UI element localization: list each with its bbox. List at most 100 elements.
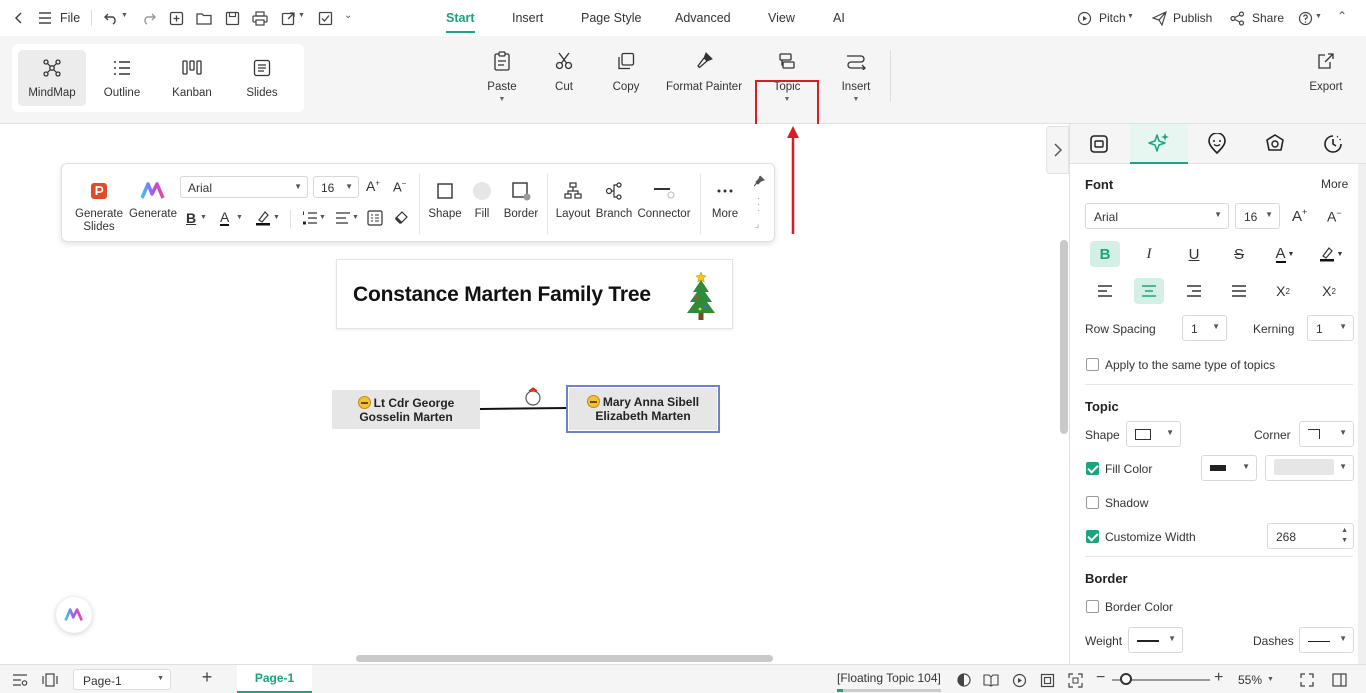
open-folder-icon[interactable] (195, 9, 213, 27)
hamburger-menu-icon[interactable] (36, 9, 54, 27)
bold-icon[interactable]: B (186, 210, 196, 226)
view-mindmap-button[interactable]: MindMap (18, 50, 86, 106)
zoom-in-icon[interactable]: + (1214, 669, 1223, 687)
cut-button[interactable]: Cut (550, 50, 578, 93)
strikethrough-toggle[interactable]: S (1224, 241, 1254, 267)
panel-font-family-select[interactable]: Arial ▼ (1085, 203, 1229, 229)
collapse-ribbon-icon[interactable]: ⌃ (1337, 9, 1347, 23)
copy-button[interactable]: Copy (610, 50, 642, 93)
border-color-checkbox[interactable] (1086, 600, 1099, 613)
tab-ai[interactable]: AI (833, 11, 845, 25)
tab-theme[interactable] (1246, 124, 1304, 164)
kerning-select[interactable]: 1 ▼ (1307, 315, 1354, 341)
book-view-icon[interactable] (983, 672, 999, 688)
page-settings-icon[interactable] (12, 672, 28, 688)
border-button[interactable]: Border (501, 180, 541, 221)
chevron-down-icon[interactable]: ▼ (352, 214, 359, 221)
help-icon[interactable] (1296, 9, 1314, 27)
layout-button[interactable]: Layout (553, 180, 593, 221)
canvas-vertical-scrollbar[interactable] (1060, 240, 1068, 434)
fit-page-icon[interactable] (1039, 672, 1055, 688)
ai-assistant-button[interactable] (56, 597, 92, 633)
floating-topic-title[interactable]: Constance Marten Family Tree (336, 259, 733, 329)
paste-button[interactable]: Paste ▼ (486, 50, 518, 103)
chevron-down-icon[interactable]: ▼ (200, 214, 207, 221)
pitch-icon[interactable] (1075, 9, 1093, 27)
superscript-button[interactable]: X2 (1268, 278, 1298, 304)
width-stepper[interactable]: 268 ▲ ▼ (1267, 523, 1354, 549)
zoom-level[interactable]: 55% (1238, 673, 1262, 687)
stepper-arrows-icon[interactable]: ▲ ▼ (1341, 526, 1348, 546)
shape-button[interactable]: Shape (426, 180, 464, 221)
text-box-icon[interactable] (367, 210, 383, 226)
undo-dropdown-icon[interactable]: ▼ (121, 12, 128, 19)
align-center-button[interactable] (1134, 278, 1164, 304)
zoom-slider-handle[interactable] (1120, 673, 1132, 685)
subscript-button[interactable]: X2 (1314, 278, 1344, 304)
font-color-button[interactable]: A ▼ (1268, 241, 1302, 267)
increase-font-icon[interactable]: A+ (366, 178, 380, 194)
panel-scrollbar[interactable] (1358, 164, 1366, 664)
more-quick-tools-icon[interactable]: ⌄ (344, 10, 352, 21)
tab-insert[interactable]: Insert (512, 11, 543, 25)
row-spacing-select[interactable]: 1 ▼ (1182, 315, 1227, 341)
bold-toggle[interactable]: B (1090, 241, 1120, 267)
numbering-icon[interactable] (302, 210, 318, 226)
pitch-dropdown-icon[interactable]: ▼ (1127, 13, 1134, 20)
export-dropdown-icon[interactable]: ▼ (298, 12, 305, 19)
increase-font-icon[interactable]: A+ (1292, 207, 1307, 225)
share-icon[interactable] (1228, 9, 1246, 27)
view-slides-button[interactable]: Slides (228, 50, 296, 106)
justify-button[interactable] (1224, 278, 1254, 304)
topic-node-george[interactable]: Lt Cdr George Gosselin Marten (332, 390, 480, 429)
print-icon[interactable] (251, 9, 269, 27)
align-right-button[interactable] (1179, 278, 1209, 304)
highlight-button[interactable]: ▼ (1314, 241, 1348, 267)
align-left-button[interactable] (1090, 278, 1120, 304)
topic-shape-select[interactable]: ▼ (1126, 421, 1181, 447)
apply-same-type-checkbox[interactable] (1086, 358, 1099, 371)
fill-color-picker[interactable]: ▼ (1265, 455, 1354, 481)
tab-style-panel[interactable] (1070, 124, 1128, 164)
fit-window-icon[interactable] (1067, 672, 1083, 688)
export-share-icon[interactable] (279, 9, 297, 27)
save-icon[interactable] (223, 9, 241, 27)
panel-font-size-select[interactable]: 16 ▼ (1235, 203, 1280, 229)
shadow-checkbox[interactable] (1086, 496, 1099, 509)
help-dropdown-icon[interactable]: ▼ (1315, 13, 1322, 20)
file-menu[interactable]: File (60, 11, 80, 25)
chevron-down-icon[interactable]: ▼ (273, 214, 280, 221)
italic-toggle[interactable]: I (1134, 241, 1164, 267)
new-icon[interactable] (167, 9, 185, 27)
tab-page-style[interactable]: Page Style (581, 11, 641, 25)
tab-marks[interactable] (1188, 124, 1246, 164)
decrease-font-icon[interactable]: A− (393, 179, 406, 194)
more-button[interactable]: More (706, 180, 744, 221)
font-size-select[interactable]: 16 ▼ (313, 176, 359, 198)
zoom-dropdown-icon[interactable]: ▼ (1267, 676, 1274, 683)
connector-button[interactable]: Connector (636, 180, 692, 221)
drag-handle-icon[interactable]: · · · (757, 194, 760, 216)
pitch-button[interactable]: Pitch (1099, 11, 1126, 25)
play-slideshow-icon[interactable] (1011, 672, 1027, 688)
font-color-icon[interactable]: A (220, 210, 230, 226)
fullscreen-icon[interactable] (1299, 672, 1315, 688)
chevron-down-icon[interactable]: ▼ (319, 214, 326, 221)
tab-history[interactable] (1304, 124, 1362, 164)
share-button[interactable]: Share (1252, 11, 1284, 25)
view-kanban-button[interactable]: Kanban (158, 50, 226, 106)
tab-view[interactable]: View (768, 11, 795, 25)
add-page-icon[interactable]: + (199, 667, 215, 687)
insert-dropdown-icon[interactable]: ▼ (853, 96, 860, 103)
font-more-link[interactable]: More (1321, 177, 1348, 191)
back-icon[interactable] (10, 9, 28, 27)
generate-slides-button[interactable]: Generate Slides (72, 180, 126, 234)
redo-icon[interactable] (140, 9, 158, 27)
highlight-icon[interactable] (255, 210, 271, 226)
generate-button[interactable]: Generate (128, 180, 178, 221)
publish-button[interactable]: Publish (1173, 11, 1212, 25)
font-family-select[interactable]: Arial ▼ (180, 176, 308, 198)
panel-toggle-button[interactable] (1046, 126, 1069, 174)
zoom-out-icon[interactable]: − (1096, 669, 1105, 687)
fill-color-checkbox[interactable] (1086, 462, 1099, 475)
